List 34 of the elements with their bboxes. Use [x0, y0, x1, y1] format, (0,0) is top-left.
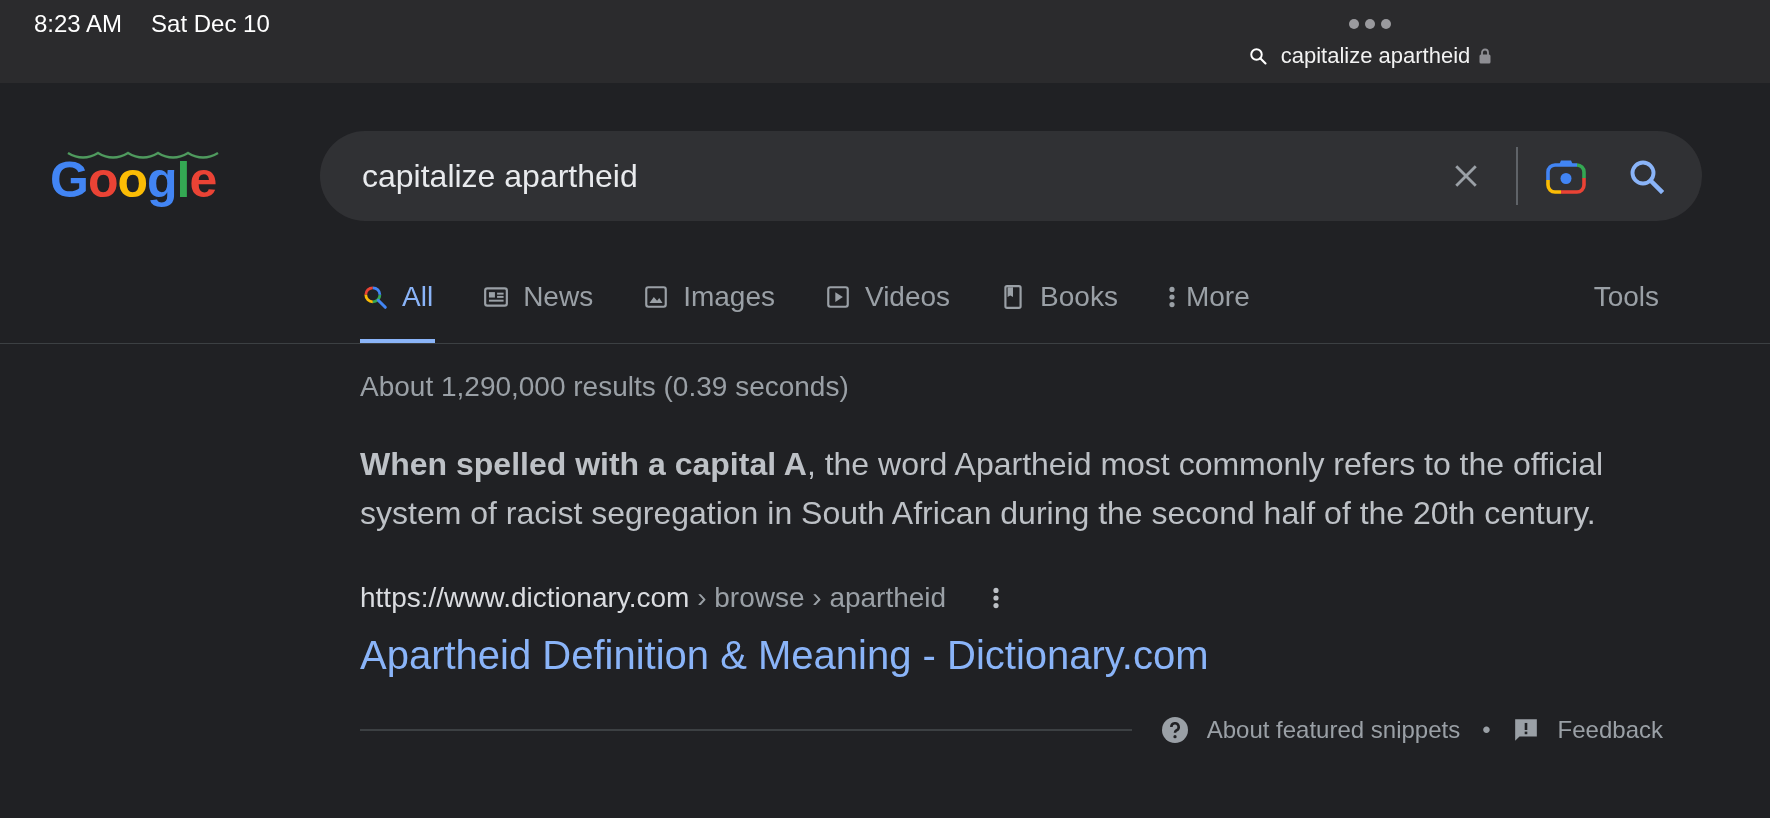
tab[interactable]: Videos — [822, 251, 953, 343]
play-icon — [824, 284, 851, 310]
feedback-link[interactable]: Feedback — [1557, 715, 1663, 745]
result-title-link[interactable]: Apartheid Definition & Meaning - Dictionary.com — [360, 629, 1209, 681]
tab[interactable]: News — [481, 251, 596, 343]
about-snippets-link[interactable]: About featured snippets — [1206, 715, 1461, 745]
search-field[interactable]: capitalize apartheid — [362, 156, 1433, 196]
more-icon — [1167, 284, 1176, 310]
search-icon[interactable] — [1628, 158, 1664, 194]
search-icon — [1248, 47, 1267, 65]
status-date: Sat Dec 10 — [151, 10, 270, 38]
feedback-icon[interactable] — [1512, 717, 1539, 743]
lock-icon — [1479, 48, 1492, 64]
newspaper-icon — [483, 284, 510, 310]
status-time: 8:23 AM — [34, 10, 123, 38]
logo[interactable]: Google — [50, 147, 230, 205]
tab[interactable]: All — [360, 251, 436, 343]
tab[interactable]: More — [1165, 251, 1252, 343]
help-icon[interactable] — [1161, 717, 1188, 743]
bullet-separator: • — [1482, 715, 1491, 745]
tab[interactable]: Images — [641, 251, 777, 343]
snippet-text: When spelled with a capital A, the word Apartheid most commonly refers to the official system of racist segregation in South African during the second half of the 20th century. — [360, 445, 1605, 533]
more-options-icon[interactable] — [992, 585, 1001, 611]
result-url[interactable]: https://www.dictionary.com › browse › apartheid — [360, 578, 947, 618]
dots-icon[interactable] — [1349, 19, 1391, 29]
search-bar[interactable]: capitalize apartheid — [320, 131, 1702, 221]
tab[interactable]: Books — [998, 251, 1120, 343]
address-text[interactable]: capitalize apartheid — [1280, 42, 1471, 70]
tools-tab[interactable]: Tools — [1591, 251, 1661, 343]
search-icon — [362, 284, 388, 310]
result-stats: About 1,290,000 results (0.39 seconds) — [360, 370, 850, 404]
image-icon — [643, 284, 670, 310]
camera-icon[interactable] — [1546, 158, 1586, 194]
clear-icon[interactable] — [1453, 163, 1479, 189]
